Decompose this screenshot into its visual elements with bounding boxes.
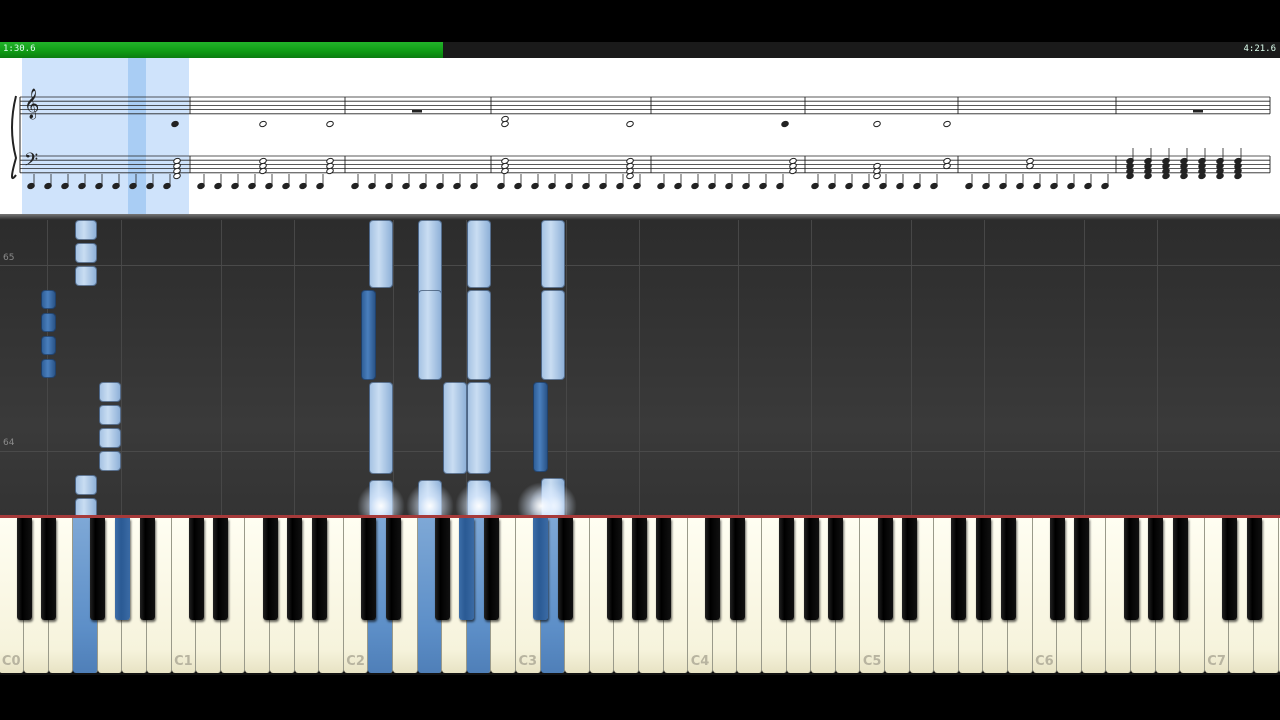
key-hit-glow bbox=[405, 482, 454, 515]
note-block bbox=[99, 382, 122, 402]
octave-label: C4 bbox=[690, 654, 710, 669]
note-block bbox=[74, 220, 97, 240]
black-key-c-sharp6[interactable] bbox=[1049, 518, 1065, 620]
treble-clef: 𝄞 bbox=[24, 88, 39, 120]
note-block bbox=[467, 290, 492, 380]
note-head bbox=[781, 120, 789, 128]
bass-clef: 𝄢 bbox=[24, 150, 38, 175]
octave-label: C6 bbox=[1035, 654, 1054, 669]
black-key-g-sharp1[interactable] bbox=[287, 518, 303, 620]
note-head bbox=[626, 120, 634, 128]
black-key-a-sharp1[interactable] bbox=[311, 518, 327, 620]
note-block bbox=[41, 290, 57, 309]
note-block bbox=[41, 336, 57, 355]
black-key-f-sharp5[interactable] bbox=[951, 518, 967, 620]
rest bbox=[412, 110, 422, 113]
black-key-c-sharp3[interactable] bbox=[533, 518, 549, 620]
note-block bbox=[467, 382, 492, 474]
black-key-c-sharp0[interactable] bbox=[16, 518, 32, 620]
note-block bbox=[368, 220, 393, 288]
octave-label: C0 bbox=[1, 654, 21, 669]
note-block bbox=[368, 382, 393, 474]
note-block bbox=[360, 290, 376, 380]
progress-fill bbox=[0, 42, 443, 58]
black-key-g-sharp2[interactable] bbox=[459, 518, 475, 620]
black-key-d-sharp0[interactable] bbox=[41, 518, 57, 620]
measure-number: 65 bbox=[3, 253, 15, 263]
sheet-music-panel: 𝄞 𝄢 bbox=[0, 58, 1280, 214]
black-key-d-sharp5[interactable] bbox=[902, 518, 918, 620]
black-key-g-sharp3[interactable] bbox=[631, 518, 647, 620]
note-block bbox=[540, 220, 565, 288]
note-block bbox=[41, 313, 57, 332]
black-key-d-sharp7[interactable] bbox=[1246, 518, 1262, 620]
black-key-a-sharp2[interactable] bbox=[483, 518, 499, 620]
note-head bbox=[943, 120, 951, 128]
black-key-a-sharp4[interactable] bbox=[828, 518, 844, 620]
black-key-d-sharp6[interactable] bbox=[1074, 518, 1090, 620]
measure-number: 64 bbox=[3, 438, 15, 448]
total-time: 4:21.6 bbox=[1243, 44, 1276, 54]
black-key-c-sharp5[interactable] bbox=[877, 518, 893, 620]
note-block bbox=[540, 290, 565, 380]
measure-line bbox=[0, 265, 1280, 266]
sheet-music-staff: 𝄞𝄢 bbox=[11, 58, 1271, 214]
key-hit-glow bbox=[356, 482, 405, 515]
note-block bbox=[442, 382, 467, 474]
black-key-g-sharp0[interactable] bbox=[114, 518, 130, 620]
note-block bbox=[99, 428, 122, 448]
black-key-f-sharp4[interactable] bbox=[779, 518, 795, 620]
black-key-d-sharp2[interactable] bbox=[385, 518, 401, 620]
note-block bbox=[41, 359, 57, 378]
piano-keyboard[interactable]: C0 C1 C2 C3 C4 C5 C6 C7 bbox=[0, 518, 1280, 675]
black-key-a-sharp3[interactable] bbox=[656, 518, 672, 620]
note-block bbox=[533, 382, 549, 472]
note-head bbox=[259, 120, 267, 128]
brace bbox=[11, 95, 18, 180]
rest bbox=[1193, 110, 1203, 113]
note-block bbox=[74, 498, 97, 515]
note-block bbox=[417, 290, 442, 380]
black-key-c-sharp4[interactable] bbox=[705, 518, 721, 620]
playhead-highlight bbox=[22, 58, 189, 214]
note-head bbox=[326, 120, 334, 128]
black-key-c-sharp2[interactable] bbox=[360, 518, 376, 620]
black-key-g-sharp4[interactable] bbox=[803, 518, 819, 620]
note-block bbox=[74, 475, 97, 495]
black-key-a-sharp0[interactable] bbox=[139, 518, 155, 620]
black-key-g-sharp5[interactable] bbox=[975, 518, 991, 620]
black-key-f-sharp0[interactable] bbox=[90, 518, 106, 620]
falling-notes-area: 65 64 bbox=[0, 220, 1280, 515]
black-key-a-sharp5[interactable] bbox=[1000, 518, 1016, 620]
black-key-d-sharp4[interactable] bbox=[729, 518, 745, 620]
black-key-d-sharp3[interactable] bbox=[557, 518, 573, 620]
octave-label: C3 bbox=[518, 654, 538, 669]
top-bar bbox=[0, 0, 1280, 42]
black-key-f-sharp1[interactable] bbox=[262, 518, 278, 620]
note-block bbox=[74, 266, 97, 286]
note-block bbox=[467, 220, 492, 288]
octave-label: C7 bbox=[1207, 654, 1226, 669]
note-block bbox=[99, 451, 122, 471]
playback-progress-bar[interactable]: 1:30.6 4:21.6 bbox=[0, 42, 1280, 58]
black-key-d-sharp1[interactable] bbox=[213, 518, 229, 620]
black-key-a-sharp6[interactable] bbox=[1172, 518, 1188, 620]
note-head bbox=[873, 120, 881, 128]
black-key-c-sharp1[interactable] bbox=[188, 518, 204, 620]
measure-line bbox=[0, 451, 1280, 452]
note-block bbox=[74, 243, 97, 263]
black-key-g-sharp6[interactable] bbox=[1148, 518, 1164, 620]
octave-label: C2 bbox=[346, 654, 365, 669]
current-time: 1:30.6 bbox=[3, 44, 36, 54]
octave-label: C1 bbox=[174, 654, 193, 669]
black-key-c-sharp7[interactable] bbox=[1221, 518, 1237, 620]
octave-label: C5 bbox=[862, 654, 882, 669]
black-key-f-sharp6[interactable] bbox=[1123, 518, 1139, 620]
bottom-bar bbox=[0, 675, 1280, 720]
black-key-f-sharp3[interactable] bbox=[606, 518, 622, 620]
playhead-cursor bbox=[128, 58, 146, 214]
black-key-f-sharp2[interactable] bbox=[434, 518, 450, 620]
key-hit-glow bbox=[455, 482, 504, 515]
note-block bbox=[99, 405, 122, 425]
